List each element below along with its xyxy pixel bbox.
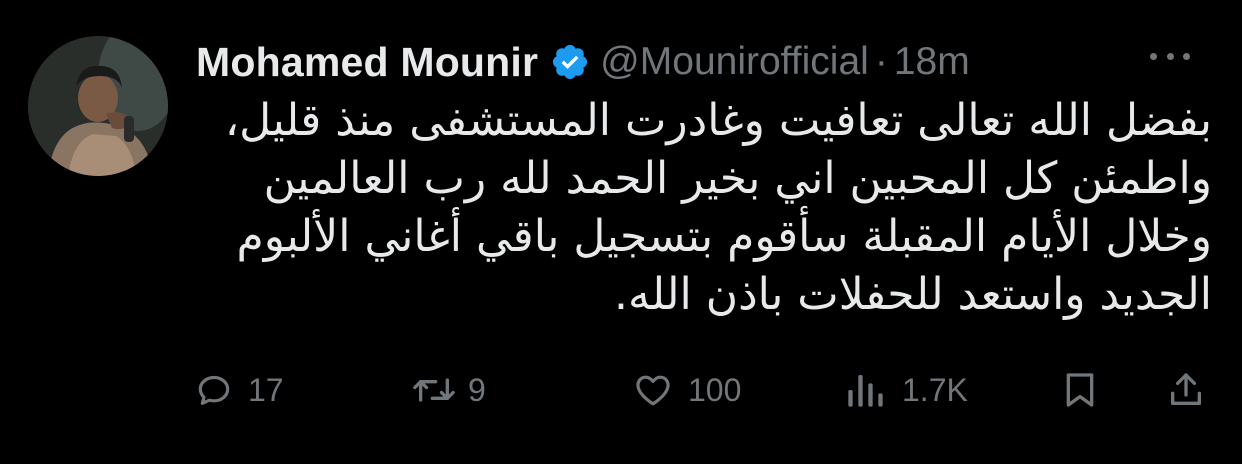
more-dot: [1183, 52, 1190, 60]
display-name[interactable]: Mohamed Mounir: [196, 39, 538, 86]
like-count: 100: [688, 371, 742, 408]
more-dot: [1166, 52, 1174, 60]
action-bar: 17 9 100 1.7K: [0, 362, 1242, 418]
timestamp[interactable]: 18m: [894, 40, 970, 84]
verified-badge-icon[interactable]: [550, 42, 590, 82]
share-button[interactable]: [1166, 362, 1206, 418]
views-count: 1.7K: [902, 371, 968, 408]
separator-dot: ·: [874, 40, 888, 83]
share-icon: [1171, 373, 1201, 405]
views-icon: [848, 375, 883, 407]
more-options-icon[interactable]: [1150, 44, 1190, 68]
handle[interactable]: @Mounirofficial: [600, 40, 869, 84]
tweet-text-line: الجديد واستعد للحفلات باذن الله.: [614, 269, 1212, 320]
tweet-card[interactable]: Mohamed Mounir @Mounirofficial · 18m بفض…: [0, 0, 1242, 464]
more-dot: [1150, 52, 1157, 60]
retweet-button[interactable]: 9: [410, 362, 486, 418]
retweet-count: 9: [468, 371, 486, 408]
heart-icon: [636, 375, 670, 406]
avatar[interactable]: [28, 36, 168, 176]
tweet-text: بفضل الله تعالى تعافيت وغادرت المستشفى م…: [202, 92, 1212, 324]
tweet-text-line: واطمئن كل المحبين اني بخير الحمد لله رب …: [263, 153, 1212, 204]
retweet-icon: [413, 378, 455, 402]
reply-button[interactable]: 17: [194, 362, 284, 418]
reply-icon: [198, 375, 230, 405]
bookmark-icon: [1066, 373, 1094, 407]
reply-count: 17: [248, 371, 284, 408]
tweet-text-line: وخلال الأيام المقبلة سأقوم بتسجيل باقي أ…: [236, 211, 1213, 262]
bookmark-button[interactable]: [1060, 362, 1100, 418]
tweet-header: Mohamed Mounir @Mounirofficial · 18m: [196, 34, 970, 90]
views-button[interactable]: 1.7K: [842, 362, 968, 418]
like-button[interactable]: 100: [632, 362, 741, 418]
avatar-photo: [28, 36, 168, 176]
tweet-text-line: بفضل الله تعالى تعافيت وغادرت المستشفى م…: [224, 95, 1212, 146]
